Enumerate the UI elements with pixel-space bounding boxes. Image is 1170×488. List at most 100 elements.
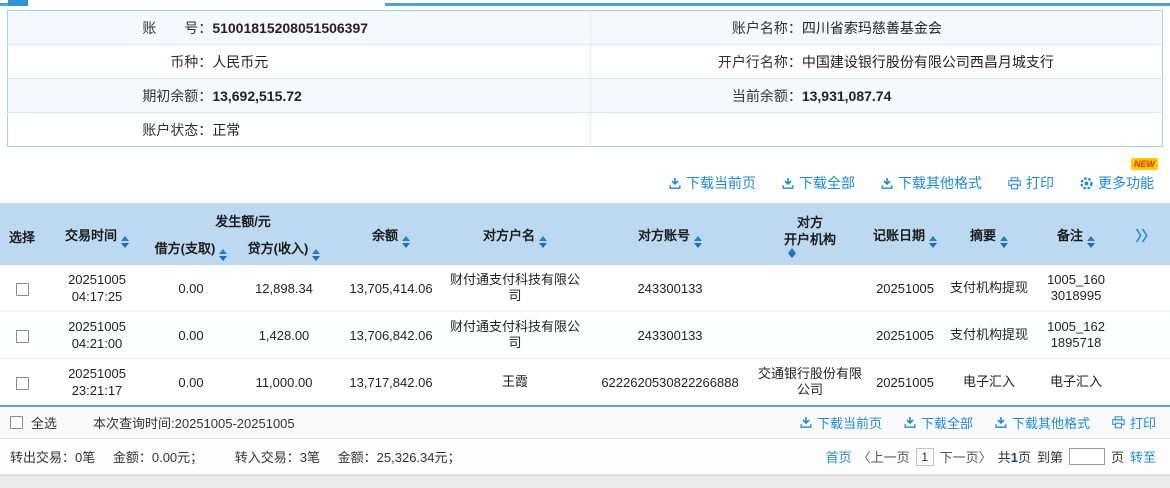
row-checkbox[interactable] xyxy=(16,377,29,390)
first-page-link[interactable]: 首页 xyxy=(826,447,852,466)
row-more-cell xyxy=(1120,265,1170,312)
currency-value: 人民币元 xyxy=(212,45,590,79)
download-icon xyxy=(800,416,812,429)
sort-icon[interactable] xyxy=(219,249,227,261)
col-header-credit[interactable]: 贷方(收入) xyxy=(232,234,336,265)
sort-icon[interactable] xyxy=(312,249,320,261)
current-page-box[interactable]: 1 xyxy=(916,448,934,466)
goto-prefix-label: 到第 xyxy=(1037,447,1063,466)
goto-page-button[interactable]: 转至 xyxy=(1130,447,1156,466)
col-header-counterparty-bank-line2: 开户机构 xyxy=(784,231,836,258)
account-name-value: 四川省索玛慈善基金会 xyxy=(802,11,1163,45)
select-all-checkbox[interactable] xyxy=(10,416,23,429)
summary-cell: 电子汇入 xyxy=(946,359,1032,407)
booking-date-cell: 20251005 xyxy=(864,265,946,312)
print-label: 打印 xyxy=(1130,413,1156,432)
sort-icon[interactable] xyxy=(1000,236,1008,248)
col-header-counterparty-bank-line1: 对方 xyxy=(784,214,836,231)
download-current-page-label: 下载当前页 xyxy=(817,413,882,432)
counterparty-account-cell: 6222620530822266888 xyxy=(584,359,756,407)
transaction-row: 2025100504:21:00 0.00 1,428.00 13,706,84… xyxy=(0,312,1170,359)
empty-label xyxy=(590,113,802,147)
expand-columns-icon[interactable]: 〉〉 xyxy=(1136,228,1155,244)
print-button[interactable]: 打印 xyxy=(1008,173,1054,193)
empty-value xyxy=(802,113,1163,147)
col-header-counterparty-name-label: 对方户名 xyxy=(483,228,535,243)
new-badge: NEW xyxy=(1131,158,1158,170)
sort-icon[interactable] xyxy=(121,236,129,248)
time-date: 20251005 xyxy=(46,318,148,335)
col-header-debit[interactable]: 借方(支取) xyxy=(150,234,232,265)
download-other-format-button[interactable]: 下载其他格式 xyxy=(881,173,982,193)
goto-suffix-label: 页 xyxy=(1111,447,1124,466)
info-row-1: 账 号： 51001815208051506397 账户名称： 四川省索玛慈善基… xyxy=(8,11,1163,45)
col-header-select: 选择 xyxy=(0,203,44,265)
col-header-more-columns[interactable]: 〉〉 xyxy=(1120,203,1170,265)
col-header-summary[interactable]: 摘要 xyxy=(946,203,1032,265)
next-page-link[interactable]: 下一页〉 xyxy=(940,447,992,466)
col-header-balance[interactable]: 余额 xyxy=(336,203,446,265)
transaction-row: 2025100504:17:25 0.00 12,898.34 13,705,4… xyxy=(0,265,1170,312)
totals-text: 转出交易：0笔 金额：0.00元； 转入交易：3笔 金额：25,326.34元； xyxy=(10,447,475,466)
prev-page-link[interactable]: 〈上一页 xyxy=(858,447,910,466)
download-other-format-label: 下载其他格式 xyxy=(1012,413,1090,432)
print-label: 打印 xyxy=(1026,173,1054,193)
opening-balance-value: 13,692,515.72 xyxy=(212,79,590,113)
sort-icon[interactable] xyxy=(1087,236,1095,248)
current-balance-value: 13,931,087.74 xyxy=(802,79,1163,113)
col-header-booking-date[interactable]: 记账日期 xyxy=(864,203,946,265)
more-functions-label: 更多功能 xyxy=(1098,173,1154,193)
transaction-row: 2025100523:21:17 0.00 11,000.00 13,717,8… xyxy=(0,359,1170,407)
goto-page-input[interactable] xyxy=(1069,448,1105,465)
col-header-time[interactable]: 交易时间 xyxy=(44,203,150,265)
time-clock: 23:21:17 xyxy=(46,382,148,399)
col-header-remark-label: 备注 xyxy=(1057,228,1083,243)
header-row-1: 选择 交易时间 发生额/元 余额 对方户名 对方账号 对方开户机构 记账日期 摘… xyxy=(0,203,1170,234)
gear-icon xyxy=(1080,177,1093,190)
sort-icon[interactable] xyxy=(788,248,836,258)
print-button[interactable]: 打印 xyxy=(1112,413,1156,432)
col-header-counterparty-name[interactable]: 对方户名 xyxy=(446,203,584,265)
account-status-value: 正常 xyxy=(212,113,590,147)
time-cell: 2025100523:21:17 xyxy=(44,359,150,407)
credit-cell: 11,000.00 xyxy=(232,359,336,407)
download-current-page-label: 下载当前页 xyxy=(686,173,756,193)
in-trades-total: 转入交易：3笔 xyxy=(235,450,320,465)
credit-cell: 12,898.34 xyxy=(232,265,336,312)
download-all-button[interactable]: 下载全部 xyxy=(782,173,855,193)
account-number-label: 账 号： xyxy=(8,11,213,45)
counterparty-bank-cell xyxy=(756,312,864,359)
active-tab-gap xyxy=(28,3,385,6)
download-other-format-button[interactable]: 下载其他格式 xyxy=(995,413,1090,432)
balance-cell: 13,706,842.06 xyxy=(336,312,446,359)
row-select-cell xyxy=(0,265,44,312)
download-all-button[interactable]: 下载全部 xyxy=(904,413,973,432)
row-checkbox[interactable] xyxy=(16,330,29,343)
download-icon xyxy=(669,177,681,190)
counterparty-name-cell: 王霞 xyxy=(446,359,584,407)
col-header-counterparty-bank[interactable]: 对方开户机构 xyxy=(756,203,864,265)
sort-icon[interactable] xyxy=(402,236,410,248)
account-name-label: 账户名称： xyxy=(590,11,802,45)
time-date: 20251005 xyxy=(46,271,148,288)
col-header-remark[interactable]: 备注 xyxy=(1032,203,1120,265)
bank-name-label: 开户行名称： xyxy=(590,45,802,79)
download-current-page-button[interactable]: 下载当前页 xyxy=(669,173,756,193)
row-checkbox[interactable] xyxy=(16,283,29,296)
balance-cell: 13,705,414.06 xyxy=(336,265,446,312)
download-current-page-button[interactable]: 下载当前页 xyxy=(800,413,882,432)
sort-icon[interactable] xyxy=(539,236,547,248)
col-header-amount-group: 发生额/元 xyxy=(150,203,336,234)
total-prefix: 共 xyxy=(998,450,1011,465)
sort-icon[interactable] xyxy=(929,236,937,248)
sort-icon[interactable] xyxy=(694,236,702,248)
col-header-counterparty-account[interactable]: 对方账号 xyxy=(584,203,756,265)
remark-cell: 1005_1603018995 xyxy=(1032,265,1120,312)
download-icon xyxy=(904,416,916,429)
col-header-balance-label: 余额 xyxy=(372,228,398,243)
col-header-credit-label: 贷方(收入) xyxy=(248,241,309,256)
info-row-3: 期初余额： 13,692,515.72 当前余额： 13,931,087.74 xyxy=(8,79,1163,113)
col-header-counterparty-account-label: 对方账号 xyxy=(638,228,690,243)
more-functions-button[interactable]: NEW 更多功能 xyxy=(1080,173,1154,193)
counterparty-account-cell: 243300133 xyxy=(584,312,756,359)
